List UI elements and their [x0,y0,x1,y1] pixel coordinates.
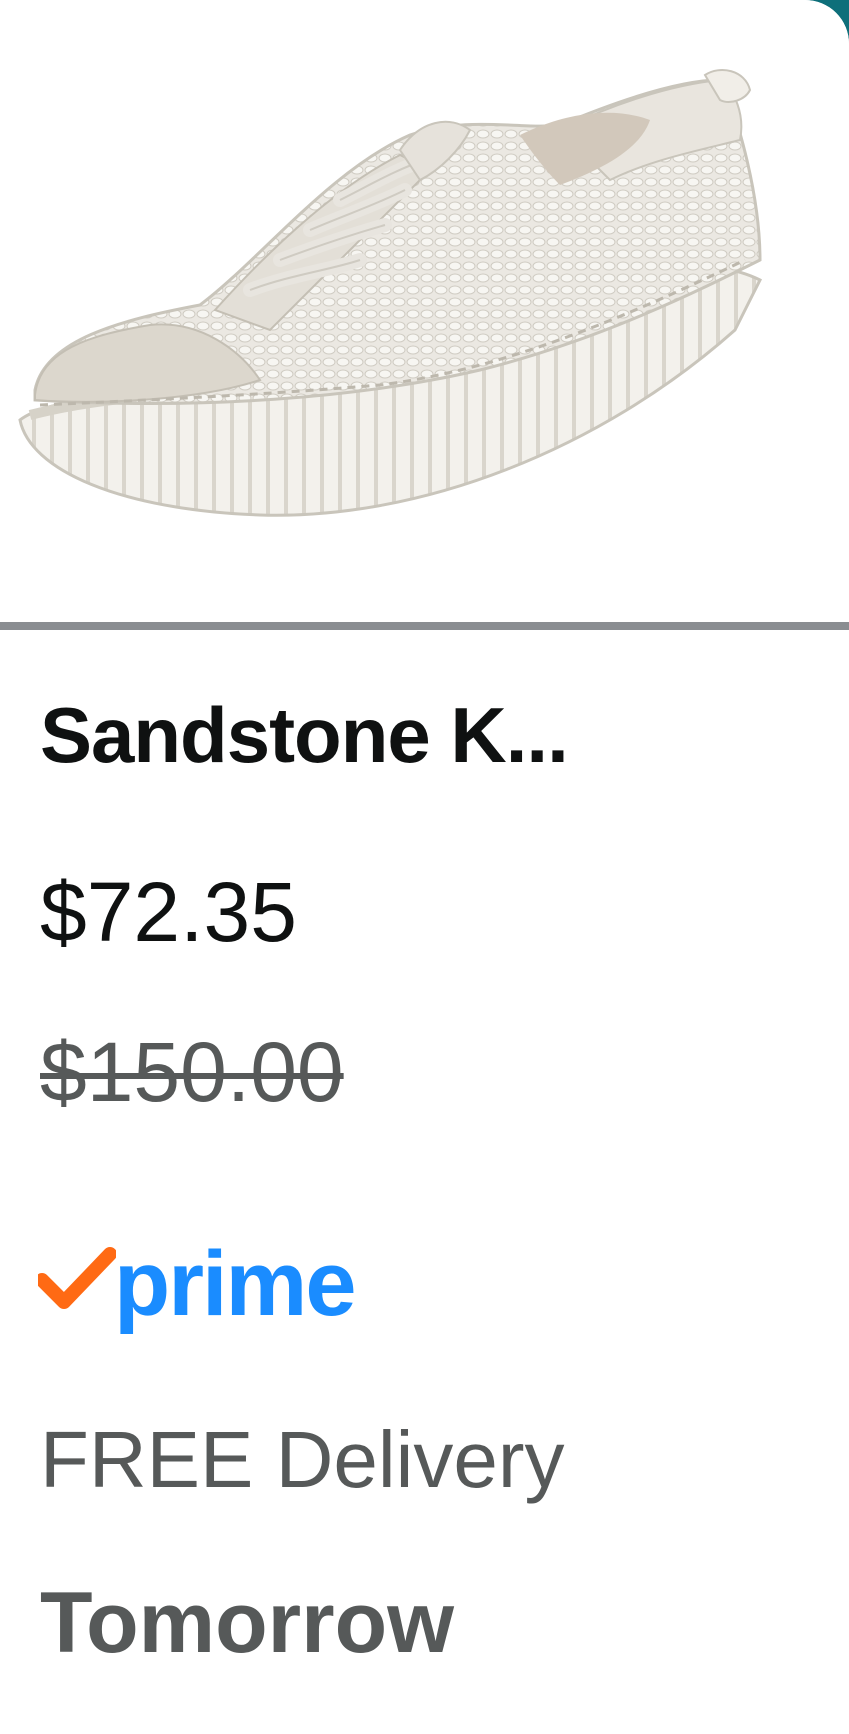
prime-label: prime [114,1233,357,1335]
divider [0,622,849,630]
product-card[interactable]: Sandstone K... $72.35 $150.00 prime FREE… [0,0,849,1734]
delivery-date: Tomorrow [40,1575,455,1671]
product-title[interactable]: Sandstone K... [40,696,569,774]
delivery-label: FREE Delivery [40,1415,565,1504]
prime-badge: prime [38,1220,357,1335]
product-price: $72.35 [40,865,297,959]
prime-check-icon [38,1247,116,1309]
list-price: $150.00 [40,1025,344,1119]
product-image[interactable] [0,0,849,622]
page: Sandstone K... $72.35 $150.00 prime FREE… [0,0,849,1734]
sneaker-image [18,69,763,517]
